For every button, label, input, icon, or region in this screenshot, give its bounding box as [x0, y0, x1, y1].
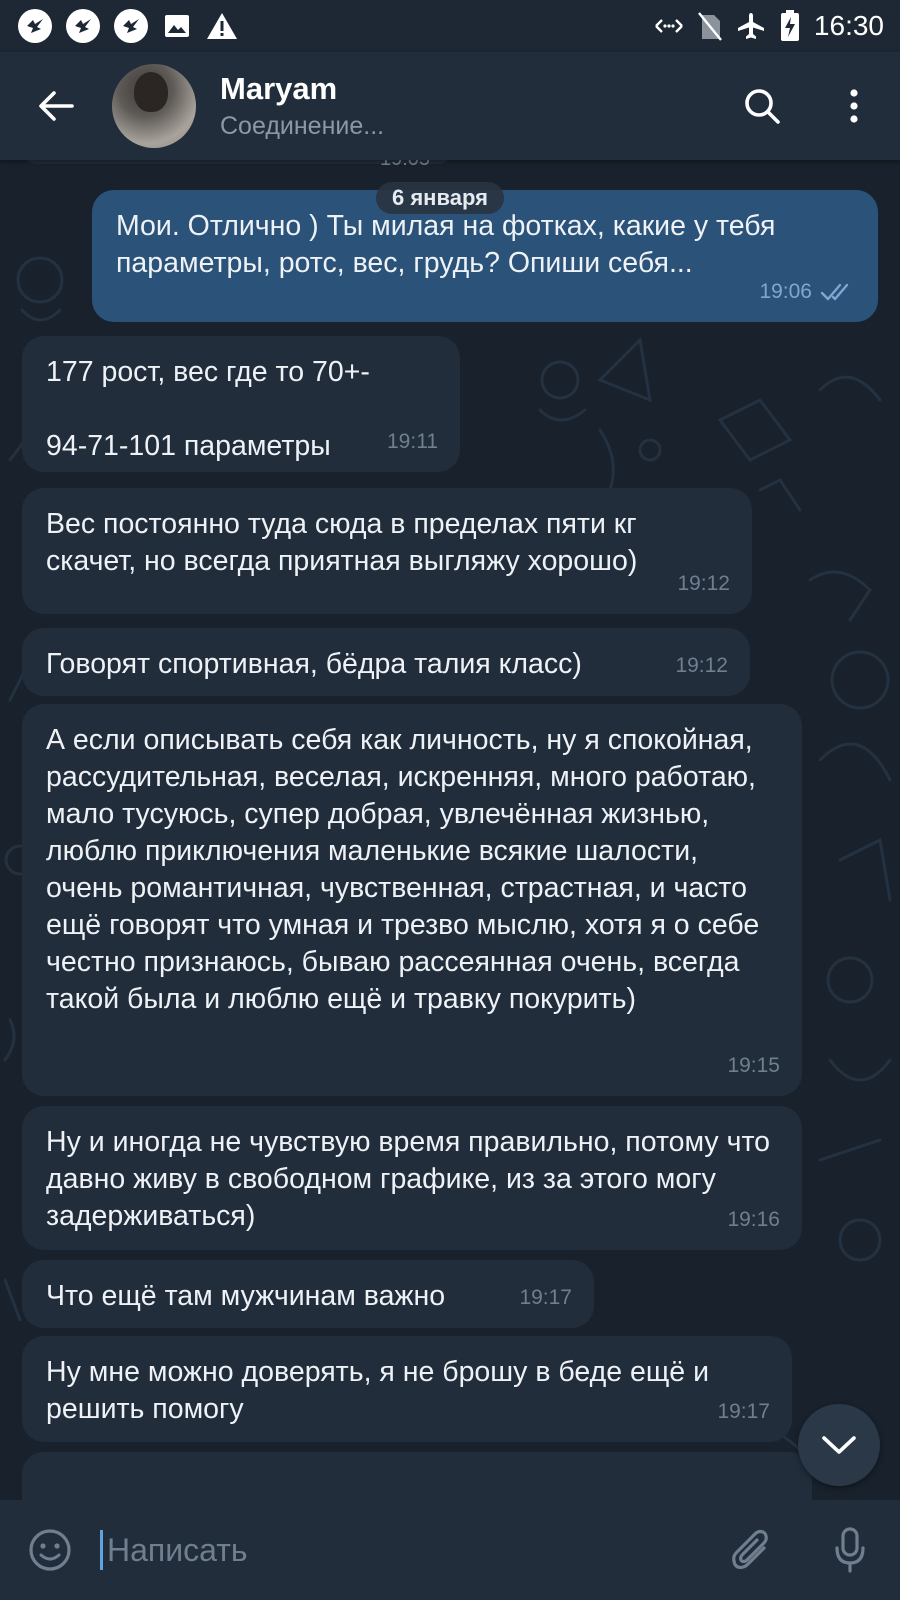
double-check-icon — [820, 283, 849, 300]
connection-status: Соединение... — [220, 112, 385, 140]
message-input-bar — [0, 1500, 900, 1600]
message-meta: 19:12 — [677, 565, 730, 602]
message-time: 19:17 — [519, 1286, 572, 1309]
message-text: Ну мне можно доверять, я не брошу в беде… — [46, 1356, 709, 1425]
microphone-icon — [835, 1527, 865, 1573]
message-text: Говорят спортивная, бёдра талия класс) — [46, 648, 582, 680]
message-text: 177 рост, вес где то 70+- 94-71-101 пара… — [46, 356, 370, 462]
message-meta: 19:17 — [519, 1279, 572, 1316]
emoji-icon — [29, 1529, 71, 1571]
message-bubble-incoming-partial[interactable] — [22, 1452, 812, 1500]
date-separator: 6 января — [376, 182, 504, 214]
message-meta: 19:06 — [759, 273, 856, 310]
app-notification-icon — [18, 9, 52, 43]
paperclip-icon — [732, 1529, 768, 1569]
chat-area[interactable]: 19:05 6 января Мои. Отлично ) Ты милая н… — [0, 160, 900, 1500]
message-meta: 19:12 — [675, 647, 728, 684]
airplane-icon — [737, 13, 764, 39]
search-button[interactable] — [716, 52, 808, 160]
status-bar: 16:30 — [0, 0, 900, 52]
message-meta: 19:17 — [717, 1393, 770, 1430]
message-time: 19:16 — [727, 1208, 780, 1231]
message-time: 19:12 — [675, 654, 728, 677]
message-text: Вес постоянно туда сюда в пределах пяти … — [46, 508, 638, 577]
back-button[interactable] — [0, 52, 112, 160]
chevron-down-icon — [822, 1436, 856, 1454]
message-text: Что ещё там мужчинам важно — [46, 1280, 446, 1312]
message-text: Мои. Отлично ) Ты милая на фотках, какие… — [116, 210, 776, 279]
message-meta: 19:11 — [387, 423, 438, 460]
message-meta: 19:16 — [727, 1201, 780, 1238]
image-icon — [165, 15, 189, 37]
voice-record-button[interactable] — [800, 1500, 900, 1600]
message-bubble-incoming[interactable]: Ну и иногда не чувствую время правильно,… — [22, 1106, 802, 1250]
previous-message-time: 19:05 — [380, 160, 430, 171]
app-notification-icon — [66, 9, 100, 43]
message-bubble-incoming[interactable]: Что ещё там мужчинам важно 19:17 — [22, 1260, 594, 1328]
message-text: А если описывать себя как личность, ну я… — [46, 724, 760, 1015]
attach-button[interactable] — [700, 1500, 800, 1600]
more-menu-button[interactable] — [808, 52, 900, 160]
warning-icon — [207, 13, 237, 39]
message-time: 19:06 — [759, 280, 812, 303]
message-bubble-incoming[interactable]: А если описывать себя как личность, ну я… — [22, 704, 802, 1096]
chat-header: Maryam Соединение... — [0, 52, 900, 160]
scroll-to-bottom-button[interactable] — [798, 1404, 880, 1486]
message-time: 19:11 — [387, 430, 438, 453]
arrow-left-icon — [39, 91, 74, 121]
no-sim-icon — [697, 12, 722, 41]
data-saver-icon — [655, 19, 683, 33]
status-bar-left — [18, 9, 238, 43]
message-bubble-incoming[interactable]: Ну мне можно доверять, я не брошу в беде… — [22, 1336, 792, 1442]
more-vertical-icon — [850, 89, 858, 123]
emoji-button[interactable] — [0, 1500, 100, 1600]
message-time: 19:15 — [727, 1054, 780, 1077]
message-text: Ну и иногда не чувствую время правильно,… — [46, 1126, 771, 1232]
avatar[interactable] — [112, 64, 196, 148]
message-bubble-incoming[interactable]: 177 рост, вес где то 70+- 94-71-101 пара… — [22, 336, 460, 472]
message-time: 19:12 — [677, 572, 730, 595]
status-bar-time: 16:30 — [813, 10, 884, 41]
chat-title-block[interactable]: Maryam Соединение... — [220, 69, 716, 143]
message-bubble-incoming[interactable]: Говорят спортивная, бёдра талия класс) 1… — [22, 628, 750, 696]
message-input[interactable] — [100, 1530, 700, 1570]
search-icon — [745, 89, 780, 124]
message-meta: 19:15 — [727, 1047, 780, 1084]
message-bubble-incoming[interactable]: Вес постоянно туда сюда в пределах пяти … — [22, 488, 752, 614]
battery-charging-icon — [780, 10, 799, 41]
app-notification-icon — [114, 9, 148, 43]
chat-title: Maryam — [220, 71, 338, 106]
message-time: 19:17 — [717, 1400, 770, 1423]
status-bar-right: 16:30 — [654, 10, 884, 42]
